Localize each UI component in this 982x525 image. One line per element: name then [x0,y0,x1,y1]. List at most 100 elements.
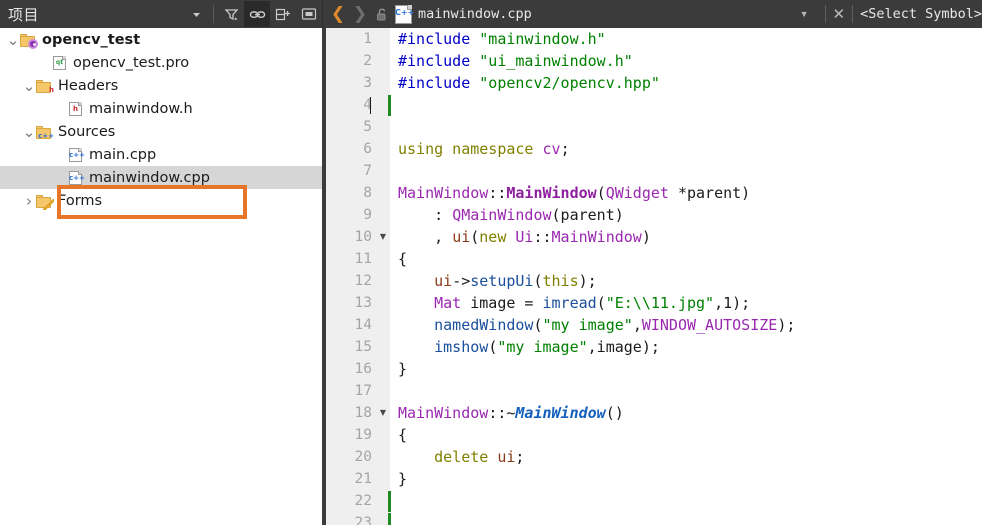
tree-item-opencv-test[interactable]: ⌄ opencv_test [0,28,322,51]
code-line[interactable]: 22 [326,490,982,512]
code-text[interactable]: #include "ui_mainwindow.h" [398,50,633,72]
code-text[interactable]: #include "mainwindow.h" [398,28,606,50]
code-line[interactable]: 11 { [326,248,982,270]
line-number: 2 [363,53,372,69]
line-number: 11 [354,251,372,267]
code-text[interactable]: using namespace cv; [398,138,570,160]
code-token: ); [732,294,751,312]
code-token: using namespace [398,140,543,158]
line-number: 14 [354,317,372,333]
split-add-icon[interactable] [270,1,296,27]
code-token: { [398,250,408,268]
code-token: "opencv2/opencv.hpp" [479,74,660,92]
code-text[interactable]: , ui(new Ui::MainWindow) [398,226,651,248]
chevron-down-icon[interactable]: ⌄ [6,28,20,51]
close-panel-icon[interactable] [296,1,322,27]
tree-item-mainwindow-cpp[interactable]: c++ mainwindow.cpp [0,166,322,189]
code-line[interactable]: 8 MainWindow::MainWindow(QWidget *parent) [326,182,982,204]
tree-item-sources[interactable]: ⌄ c++ Sources [0,120,322,143]
code-token: #include [398,52,480,70]
code-text[interactable]: } [398,358,407,380]
code-line[interactable]: 20 delete ui; [326,446,982,468]
code-token: QWidget [605,184,669,202]
code-text[interactable]: imshow("my image",image); [398,336,660,358]
tree-item-opencv-test-pro[interactable]: qt opencv_test.pro [0,51,322,74]
code-text[interactable]: { [398,248,407,270]
close-icon[interactable]: ✕ [833,5,846,23]
code-token: ); [578,272,597,290]
code-text[interactable]: : QMainWindow(parent) [398,204,624,226]
code-line[interactable]: 17 [326,380,982,402]
code-text[interactable]: #include "opencv2/opencv.hpp" [398,72,660,94]
symbol-selector[interactable]: <Select Symbol> [860,6,982,22]
code-line[interactable]: 19 { [326,424,982,446]
chevron-down-icon[interactable]: ⌄ [22,120,36,143]
open-file-name[interactable]: mainwindow.cpp [418,6,532,22]
code-text[interactable]: namedWindow("my image",WINDOW_AUTOSIZE); [398,314,795,336]
line-number: 6 [363,141,372,157]
code-line[interactable]: 14 namedWindow("my image",WINDOW_AUTOSIZ… [326,314,982,336]
line-number: 10 [354,229,372,245]
code-line[interactable]: 12 ui->setupUi(this); [326,270,982,292]
code-line[interactable]: 16} [326,358,982,380]
code-line[interactable]: 5 [326,116,982,138]
code-text[interactable]: ui->setupUi(this); [398,270,597,292]
code-text[interactable]: { [398,424,407,446]
tree-item-label: main.cpp [89,146,157,163]
fold-triangle-icon[interactable]: ▼ [376,226,390,248]
tree-item-mainwindow-h[interactable]: h mainwindow.h [0,97,322,120]
code-text[interactable]: MainWindow::~MainWindow() [398,402,624,424]
project-tree[interactable]: ⌄ opencv_test qt opencv_test.pro ⌄ h Headers h m… [0,28,322,525]
code-token: MainWindow [506,184,597,202]
code-line[interactable]: 18 ▼ MainWindow::~MainWindow() [326,402,982,424]
code-line[interactable]: 1 #include "mainwindow.h" [326,28,982,50]
fold-triangle-icon[interactable]: ▼ [376,402,390,424]
file-dropdown-chevron-down-icon[interactable]: ▼ [800,9,809,19]
code-text[interactable]: delete ui; [398,446,524,468]
code-token: new [479,228,516,246]
code-token: ); [777,316,796,334]
code-line[interactable]: 15 imshow("my image",image); [326,336,982,358]
chevron-down-icon[interactable] [183,1,209,27]
line-number: 19 [354,427,372,443]
code-line[interactable]: 10 ▼ , ui(new Ui::MainWindow) [326,226,982,248]
code-token: MainWindow [398,404,489,422]
back-arrow-icon[interactable]: ❮ [327,1,349,27]
chevron-right-icon[interactable]: › [22,189,36,212]
tree-item-headers[interactable]: ⌄ h Headers [0,74,322,97]
code-token: this [542,272,579,290]
code-token: ui [452,228,471,246]
code-line[interactable]: 6 using namespace cv; [326,138,982,160]
code-token: #include [398,74,480,92]
tree-item-main-cpp[interactable]: c++ main.cpp [0,143,322,166]
code-token: image = [461,294,543,312]
code-text[interactable]: } [398,468,407,490]
code-text[interactable]: MainWindow::MainWindow(QWidget *parent) [398,182,750,204]
tree-item-forms[interactable]: › Forms [0,189,322,212]
code-line[interactable]: 21} [326,468,982,490]
forward-arrow-icon[interactable]: ❯ [349,1,371,27]
code-line[interactable]: 13 Mat image = imread("E:\\11.jpg",1); [326,292,982,314]
code-token: imread [542,294,597,312]
code-line[interactable]: 2 #include "ui_mainwindow.h" [326,50,982,72]
unlocked-icon[interactable] [371,7,393,22]
filter-icon[interactable] [218,1,244,27]
code-editor[interactable]: 1 #include "mainwindow.h" 2 #include "ui_ma… [326,28,982,525]
code-token: ; [560,140,570,158]
project-folder-icon [20,32,38,49]
cpp-file-icon-label: C++ [395,7,415,17]
code-line[interactable]: 3 #include "opencv2/opencv.hpp" [326,72,982,94]
link-icon[interactable] [244,1,270,27]
code-text[interactable]: Mat image = imread("E:\\11.jpg",1); [398,292,750,314]
code-line[interactable]: 9 : QMainWindow(parent) [326,204,982,226]
chevron-placeholder-icon [38,51,52,74]
line-number: 21 [354,471,372,487]
code-line[interactable]: 23 [326,512,982,525]
chevron-down-icon[interactable]: ⌄ [22,74,36,97]
code-token: ; [515,448,525,466]
tree-item-label: Headers [58,77,119,94]
code-token: 1 [723,294,733,312]
code-line[interactable]: 4 [326,94,982,116]
code-line[interactable]: 7 [326,160,982,182]
